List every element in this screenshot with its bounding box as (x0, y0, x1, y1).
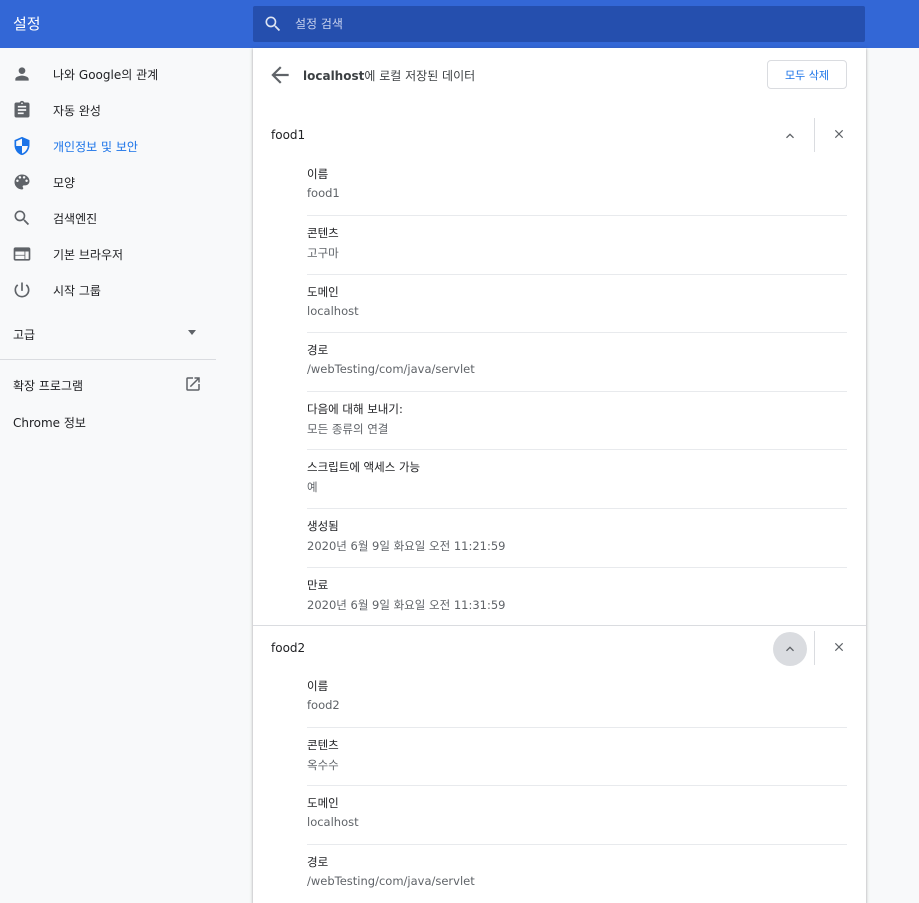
collapse-button[interactable] (773, 119, 807, 153)
cookie-field: 생성됨 2020년 6월 9일 화요일 오전 11:21:59 (307, 508, 847, 567)
sidebar-divider (0, 359, 216, 360)
field-label: 도메인 (307, 285, 339, 299)
field-label: 경로 (307, 855, 329, 869)
sidebar-item-privacy-security[interactable]: 개인정보 및 보안 (0, 128, 216, 164)
cookie-name: food2 (271, 641, 306, 655)
field-value: localhost (307, 304, 359, 318)
sidebar-item-label: 모양 (53, 175, 76, 190)
sidebar-item-about-chrome[interactable]: Chrome 정보 (0, 406, 216, 436)
cookie-name: food1 (271, 128, 306, 142)
sidebar-advanced-label: 고급 (13, 328, 36, 342)
cookie-field: 이름 food2 (307, 668, 847, 727)
field-label: 다음에 대해 보내기: (307, 402, 403, 416)
cookie-field: 경로 /webTesting/com/java/servlet (307, 332, 847, 391)
page-title-host: localhost (303, 69, 365, 83)
top-bar: 설정 (0, 0, 919, 48)
cookie-field: 콘텐츠 옥수수 (307, 727, 847, 786)
page-title: localhost에 로컬 저장된 데이터 (303, 67, 475, 84)
back-button[interactable] (267, 62, 293, 88)
site-data-card: localhost에 로컬 저장된 데이터 모두 삭제 food1 이름 foo… (253, 48, 866, 903)
cookie-field: 경로 /webTesting/com/java/servlet (307, 844, 847, 903)
browser-window-icon (13, 247, 31, 261)
chevron-up-icon (786, 133, 794, 139)
field-value: 고구마 (307, 246, 339, 260)
cookie-field: 만료 2020년 6월 9일 화요일 오전 11:31:59 (307, 567, 847, 626)
field-value: 예 (307, 480, 318, 494)
field-label: 이름 (307, 679, 329, 693)
remove-cookie-button[interactable] (827, 635, 851, 659)
sidebar-extensions-label: 확장 프로그램 (13, 379, 84, 393)
sidebar-item-label: 개인정보 및 보안 (53, 139, 138, 154)
person-icon (15, 67, 29, 81)
field-value: 2020년 6월 9일 화요일 오전 11:21:59 (307, 539, 506, 553)
close-icon (834, 129, 844, 139)
clipboard-icon (14, 100, 30, 118)
field-value: /webTesting/com/java/servlet (307, 362, 475, 376)
remove-cookie-button[interactable] (827, 122, 851, 146)
field-label: 스크립트에 액세스 가능 (307, 460, 421, 474)
sidebar-item-on-startup[interactable]: 시작 그룹 (0, 272, 216, 308)
open-in-new-icon (186, 377, 200, 391)
sidebar-item-label: 기본 브라우저 (53, 247, 124, 262)
cookie-field: 도메인 localhost (307, 274, 847, 333)
field-label: 만료 (307, 578, 329, 592)
sidebar-advanced-toggle[interactable]: 고급 (0, 315, 216, 351)
arrow-back-icon (271, 66, 289, 84)
cookie-header: food1 (253, 115, 866, 155)
field-value: localhost (307, 815, 359, 829)
field-value: /webTesting/com/java/servlet (307, 874, 475, 888)
sidebar-item-appearance[interactable]: 모양 (0, 164, 216, 200)
app-title: 설정 (13, 15, 41, 33)
field-label: 콘텐츠 (307, 738, 339, 752)
remove-all-button[interactable]: 모두 삭제 (767, 60, 847, 89)
close-icon (834, 642, 844, 652)
field-value: food2 (307, 698, 340, 712)
chevron-down-icon (188, 330, 196, 335)
sidebar-item-search-engine[interactable]: 검색엔진 (0, 200, 216, 236)
search-box[interactable] (253, 6, 865, 42)
search-icon (265, 16, 281, 32)
field-label: 생성됨 (307, 519, 339, 533)
sidebar-item-label: 나와 Google의 관계 (53, 67, 159, 82)
header-separator (814, 118, 815, 152)
cookie-field: 이름 food1 (307, 156, 847, 215)
sidebar-item-extensions[interactable]: 확장 프로그램 (0, 368, 216, 400)
power-icon (14, 282, 30, 298)
sidebar-about-label: Chrome 정보 (13, 416, 86, 430)
field-value: 옥수수 (307, 758, 339, 772)
cookie-divider (253, 625, 866, 626)
field-value: 모든 종류의 연결 (307, 422, 389, 436)
sidebar-item-autofill[interactable]: 자동 완성 (0, 92, 216, 128)
page-title-suffix: 에 로컬 저장된 데이터 (364, 69, 476, 83)
field-label: 경로 (307, 343, 329, 357)
chevron-up-icon (786, 646, 794, 652)
cookie-field: 콘텐츠 고구마 (307, 215, 847, 274)
sidebar-item-default-browser[interactable]: 기본 브라우저 (0, 236, 216, 272)
sidebar-item-you-and-google[interactable]: 나와 Google의 관계 (0, 56, 216, 92)
header-separator (814, 631, 815, 665)
palette-icon (14, 174, 30, 190)
sidebar: 나와 Google의 관계 자동 완성 개인정보 및 보안 모양 검색엔진 기본… (0, 48, 216, 903)
cookie-field: 다음에 대해 보내기: 모든 종류의 연결 (307, 391, 847, 450)
cookie-field: 스크립트에 액세스 가능 예 (307, 449, 847, 508)
search-icon (14, 210, 30, 226)
sidebar-item-label: 검색엔진 (53, 211, 98, 226)
search-input[interactable] (295, 14, 835, 34)
collapse-button[interactable] (773, 632, 807, 666)
cookie-header: food2 (253, 628, 866, 668)
field-value: food1 (307, 186, 340, 200)
cookie-field: 도메인 localhost (307, 785, 847, 844)
field-label: 콘텐츠 (307, 226, 339, 240)
field-value: 2020년 6월 9일 화요일 오전 11:31:59 (307, 598, 506, 612)
field-label: 이름 (307, 167, 329, 181)
sidebar-item-label: 자동 완성 (53, 103, 101, 118)
shield-icon (14, 136, 30, 156)
sidebar-item-label: 시작 그룹 (53, 283, 101, 298)
field-label: 도메인 (307, 796, 339, 810)
